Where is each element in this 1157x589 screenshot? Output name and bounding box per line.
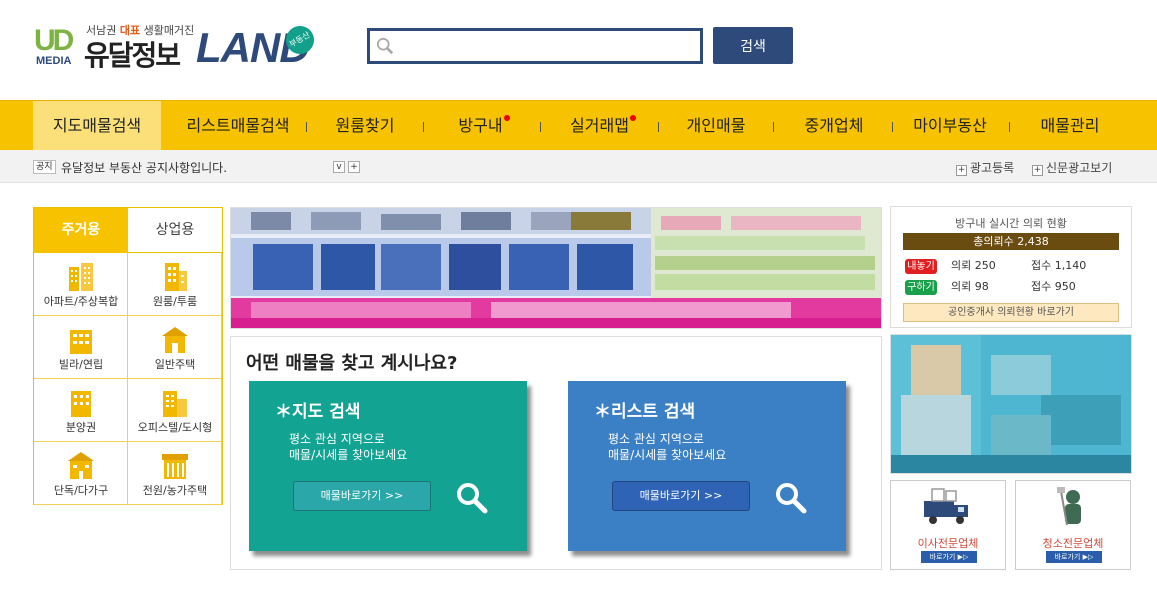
moving-company-link[interactable]: 이사전문업체 바로가기 ▶▷	[890, 480, 1006, 570]
new-dot-icon	[629, 115, 636, 121]
presale-building-icon	[71, 391, 91, 417]
nav-personal[interactable]: 개인매물	[676, 101, 756, 150]
ud-media-logo: UD MEDIA	[34, 24, 74, 67]
find-title: 어떤 매물을 찾고 계시나요?	[246, 353, 458, 374]
brand-name: 유달정보	[84, 39, 181, 72]
request-status-title: 방구내 실시간 의뢰 현황	[955, 217, 1067, 230]
villa-icon	[70, 330, 92, 354]
map-search-desc: 평소 관심 지역으로 매물/시세를 찾아보세요	[289, 432, 408, 462]
nav-divider	[658, 122, 659, 132]
moving-go-button[interactable]: 바로가기 ▶▷	[921, 551, 977, 563]
detached-house-icon	[68, 452, 94, 479]
new-dot-icon	[503, 115, 510, 121]
category-detached[interactable]: 단독/다가구	[34, 442, 128, 505]
cleaning-company-link[interactable]: 청소전문업체 바로가기 ▶▷	[1015, 480, 1131, 570]
list-search-desc: 평소 관심 지역으로 매물/시세를 찾아보세요	[608, 432, 727, 462]
apartment-icon	[69, 263, 93, 291]
country-house-icon	[162, 454, 188, 479]
cleaning-company-label: 청소전문업체	[1042, 537, 1104, 550]
notice-next-button[interactable]: v	[333, 161, 345, 173]
site-logo[interactable]: UD MEDIA 서남권 대표 생활매거진 유달정보 LAND 부동산	[34, 20, 334, 72]
search-button[interactable]: 검색	[713, 27, 793, 64]
nav-oneroom[interactable]: 원룸찾기	[320, 101, 410, 150]
category-villa[interactable]: 빌라/연립	[34, 316, 128, 379]
map-search-title: ＊지도 검색	[275, 402, 361, 422]
category-presale[interactable]: 분양권	[34, 379, 128, 442]
tab-residential[interactable]: 주거용	[34, 208, 128, 253]
category-oneroom[interactable]: 원룸/투룸	[128, 253, 222, 316]
house-icon	[162, 327, 188, 353]
status-row-find: 구하기 의뢰 98 접수 950	[905, 279, 1076, 295]
plus-icon: +	[956, 165, 967, 176]
nav-divider	[423, 122, 424, 132]
map-search-button[interactable]: 매물바로가기 >>	[293, 481, 431, 511]
oneroom-building-icon	[165, 263, 187, 291]
broker-status-link[interactable]: 공인중개사 의뢰현황 바로가기	[903, 303, 1119, 322]
main-banner-ad[interactable]	[230, 207, 882, 329]
category-officetel[interactable]: 오피스텔/도시형	[128, 379, 222, 442]
tab-commercial[interactable]: 상업용	[128, 208, 222, 253]
moving-company-label: 이사전문업체	[917, 537, 979, 550]
banner-image	[231, 208, 881, 328]
main-nav: 지도매물검색 리스트매물검색 원룸찾기 방구내 실거래맵 개인매물 중개업체 마…	[0, 100, 1157, 150]
search-icon	[376, 37, 394, 55]
nav-my-realestate[interactable]: 마이부동산	[904, 101, 996, 150]
list-search-title: ＊리스트 검색	[594, 402, 696, 422]
cleaning-go-button[interactable]: 바로가기 ▶▷	[1046, 551, 1102, 563]
map-search-card[interactable]: ＊지도 검색 평소 관심 지역으로 매물/시세를 찾아보세요 매물바로가기 >>	[249, 381, 527, 551]
search-box	[367, 28, 703, 64]
notice-more-button[interactable]: +	[348, 161, 360, 173]
nav-divider	[773, 122, 774, 132]
nav-divider	[1009, 122, 1010, 132]
status-row-sell: 내놓기 의뢰 250 접수 1,140	[905, 258, 1086, 274]
list-search-button[interactable]: 매물바로가기 >>	[612, 481, 750, 511]
nav-realprice-map[interactable]: 실거래맵	[560, 101, 646, 150]
status-badge: 내놓기	[905, 259, 937, 274]
side-banner-ad[interactable]	[890, 334, 1132, 474]
category-country-house[interactable]: 전원/농가주택	[128, 442, 222, 505]
magnifier-icon	[457, 483, 488, 514]
notice-text[interactable]: 유달정보 부동산 공지사항입니다.	[61, 159, 227, 176]
find-listing-section: 어떤 매물을 찾고 계시나요? ＊지도 검색 평소 관심 지역으로 매물/시세를…	[230, 336, 882, 570]
category-house[interactable]: 일반주택	[128, 316, 222, 379]
total-requests: 총의뢰수 2,438	[903, 233, 1119, 250]
notice-badge: 공지	[33, 160, 56, 174]
nav-divider	[306, 122, 307, 132]
search-input[interactable]	[402, 33, 692, 59]
header: UD MEDIA 서남권 대표 생활매거진 유달정보 LAND 부동산 검색	[0, 0, 1157, 100]
newspaper-ad-link[interactable]: + 신문광고보기	[1032, 159, 1112, 176]
side-banner-image	[891, 335, 1131, 473]
nav-list-search[interactable]: 리스트매물검색	[176, 101, 300, 150]
cleaning-worker-icon	[1057, 487, 1081, 526]
category-tabs: 주거용 상업용	[34, 208, 222, 253]
request-status-panel: 방구내 실시간 의뢰 현황 총의뢰수 2,438 내놓기 의뢰 250 접수 1,1…	[890, 206, 1132, 328]
category-apartment[interactable]: 아파트/주상복합	[34, 253, 128, 316]
magnifier-icon	[776, 483, 807, 514]
ad-register-link[interactable]: + 광고등록	[956, 159, 1014, 176]
status-badge: 구하기	[905, 280, 937, 295]
category-panel: 주거용 상업용 아파트/주상복합 원룸/투룸 빌라/연립 일반주택 분양권 오피…	[33, 207, 223, 505]
nav-map-search[interactable]: 지도매물검색	[33, 101, 161, 150]
list-search-card[interactable]: ＊리스트 검색 평소 관심 지역으로 매물/시세를 찾아보세요 매물바로가기 >…	[568, 381, 846, 551]
nav-brokers[interactable]: 중개업체	[792, 101, 876, 150]
moving-truck-icon	[924, 488, 968, 524]
officetel-icon	[163, 391, 187, 417]
nav-banggunae[interactable]: 방구내	[444, 101, 524, 150]
plus-icon: +	[1032, 165, 1043, 176]
nav-listing-manage[interactable]: 매물관리	[1030, 101, 1110, 150]
nav-divider	[892, 122, 893, 132]
notice-bar: 공지 유달정보 부동산 공지사항입니다. v + + 광고등록 + 신문광고보기	[0, 150, 1157, 183]
nav-divider	[540, 122, 541, 132]
